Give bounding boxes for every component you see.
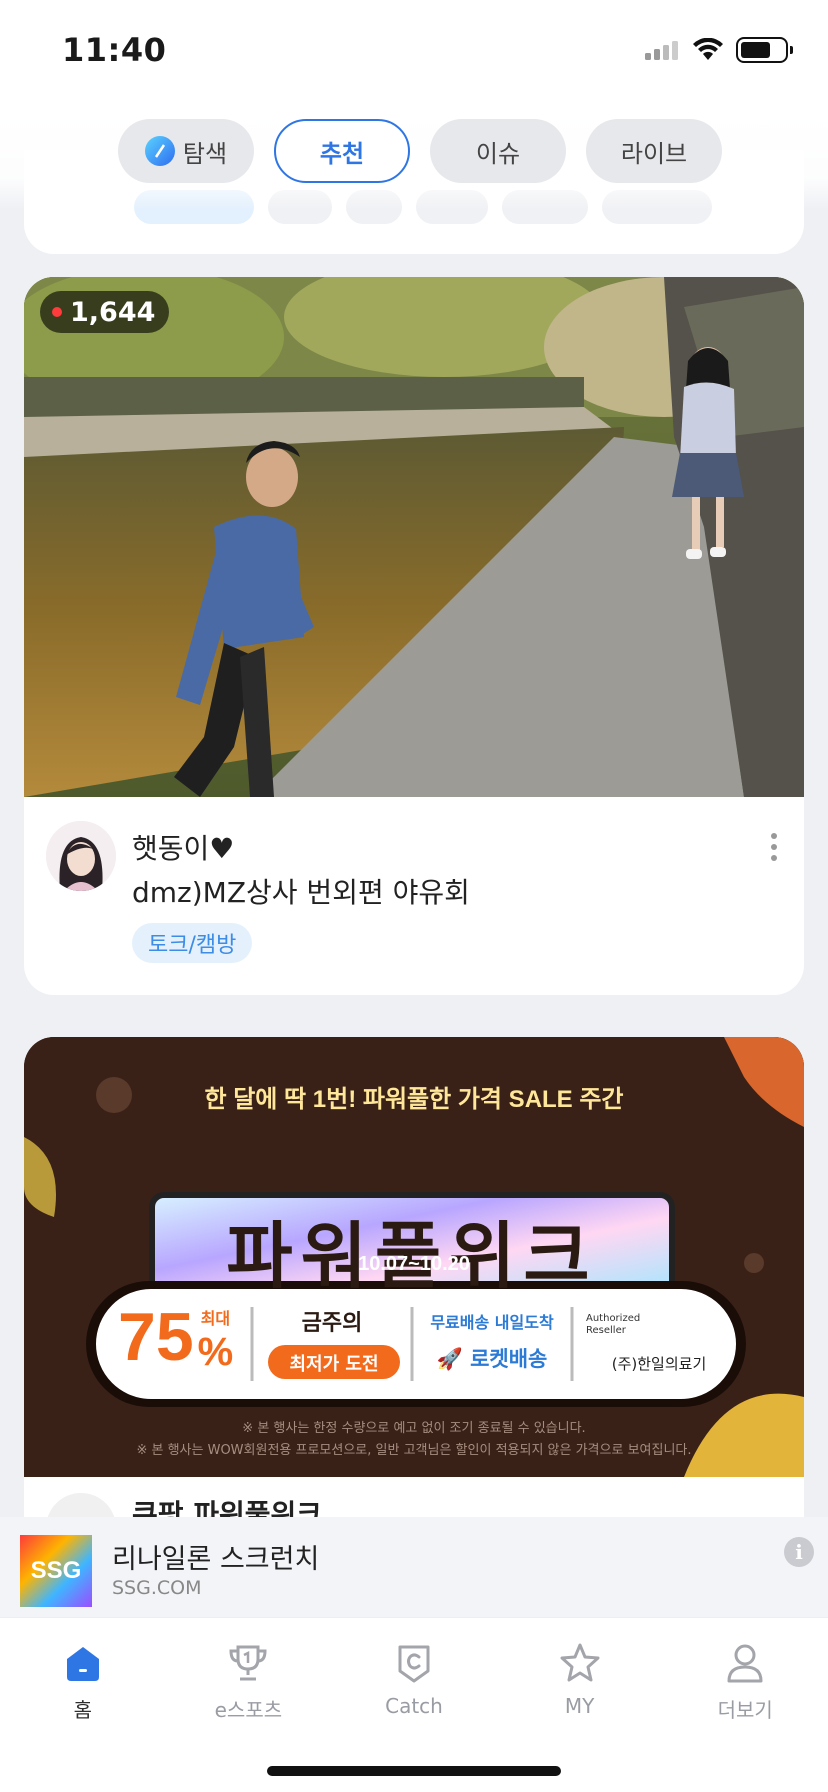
tab-label: 탐색	[182, 139, 228, 168]
streamer-name[interactable]: 햇동이♥	[132, 827, 234, 867]
nav-home[interactable]: 홈	[18, 1638, 148, 1723]
stream-thumbnail-image	[24, 277, 804, 797]
tab-label: 라이브	[620, 139, 688, 168]
home-indicator	[267, 1766, 561, 1776]
more-dot	[771, 855, 777, 861]
more-dot	[771, 844, 777, 850]
lowest-price-bottom: 최저가 도전	[289, 1354, 379, 1375]
nav-more[interactable]: 더보기	[680, 1638, 810, 1723]
promo-ad-card[interactable]: 한 달에 딱 1번! 파워풀한 가격 SALE 주간 파워풀위크 10.07~1…	[24, 1037, 804, 1517]
status-bar: 11:40	[0, 0, 828, 100]
live-dot-icon	[52, 307, 62, 317]
nav-label: 더보기	[717, 1698, 773, 1722]
nav-catch[interactable]: Catch	[349, 1638, 479, 1723]
promo-event-title: 파워풀위크	[226, 1216, 598, 1297]
reseller-bottom: (주)한일의료기	[611, 1355, 707, 1373]
more-options-button[interactable]	[762, 829, 786, 865]
tab-live[interactable]: 라이브	[586, 119, 722, 183]
star-icon	[555, 1638, 605, 1688]
stream-info: 햇동이♥ dmz)MZ상사 번외편 야유회 토크/캠방	[24, 797, 804, 995]
lowest-price-top: 금주의	[301, 1311, 363, 1336]
nav-my[interactable]: MY	[515, 1638, 645, 1723]
tab-label: 이슈	[475, 139, 521, 168]
reseller-top: Authorized Reseller	[580, 1313, 730, 1337]
ad-info-icon[interactable]: i	[784, 1537, 814, 1567]
cellular-signal-icon	[645, 41, 678, 60]
nav-label: 홈	[73, 1698, 92, 1722]
home-icon	[58, 1638, 108, 1688]
nav-label: Catch	[385, 1694, 443, 1718]
promo-notice-2: ※ 본 행사는 WOW회원전용 프로모션으로, 일반 고객님은 할인이 적용되지…	[136, 1443, 692, 1458]
shipping-bottom-label: 로켓배송	[470, 1347, 548, 1371]
discount-label: 최대	[200, 1311, 231, 1328]
promo-headline: 한 달에 딱 1번! 파워풀한 가격 SALE 주간	[204, 1086, 624, 1113]
catch-icon	[389, 1638, 439, 1688]
promo-notice-1: ※ 본 행사는 한정 수량으로 예고 없이 조기 종료될 수 있습니다.	[242, 1421, 586, 1436]
nav-esports[interactable]: e스포츠	[183, 1638, 313, 1723]
tab-issue[interactable]: 이슈	[430, 119, 566, 183]
rocket-icon: 🚀	[436, 1347, 463, 1371]
discount-percent: %	[197, 1330, 234, 1374]
streamer-avatar[interactable]	[46, 821, 116, 891]
shipping-top: 무료배송 내일도착	[430, 1313, 554, 1332]
nav-label: e스포츠	[214, 1698, 283, 1722]
nav-label: MY	[564, 1694, 595, 1718]
promo-discount: 75 최대 %	[118, 1299, 233, 1375]
ad-title[interactable]: 리나일론 스크런치	[112, 1537, 319, 1576]
wifi-icon	[693, 38, 723, 60]
tab-label: 추천	[319, 139, 365, 168]
compass-icon	[144, 136, 175, 166]
discount-number: 75	[118, 1299, 194, 1375]
reseller-top-label: Authorized Reseller	[586, 1313, 641, 1336]
viewer-count-badge: 1,644	[40, 291, 170, 333]
tab-explore[interactable]: 탐색	[118, 119, 254, 183]
promo-card-title[interactable]: 쿠팡 파워풀위크	[132, 1493, 322, 1517]
stream-title[interactable]: dmz)MZ상사 번외편 야유회	[132, 871, 470, 911]
bottom-banner-ad[interactable]: SSG 리나일론 스크런치 SSG.COM i	[0, 1517, 828, 1617]
trophy-icon	[223, 1638, 273, 1688]
promo-banner[interactable]: 한 달에 딱 1번! 파워풀한 가격 SALE 주간 파워풀위크 10.07~1…	[24, 1037, 804, 1477]
shipping-bottom: 🚀 로켓배송	[412, 1343, 572, 1373]
promo-dates: 10.07~10.20	[358, 1253, 470, 1275]
battery-icon	[736, 37, 793, 63]
live-stream-card[interactable]: 1,644 햇동이♥ dmz)MZ상사 번외편 야유회 토크/캠방	[24, 277, 804, 995]
tab-recommended[interactable]: 추천	[274, 119, 410, 183]
more-dot	[771, 833, 777, 839]
status-icons	[644, 37, 793, 63]
viewer-count: 1,644	[70, 296, 156, 328]
ad-subtitle: SSG.COM	[112, 1577, 202, 1599]
top-tabs: 탐색 추천 이슈 라이브	[118, 119, 722, 183]
status-time: 11:40	[62, 31, 167, 69]
ssg-logo: SSG	[20, 1535, 92, 1607]
category-chip[interactable]: 토크/캠방	[132, 923, 253, 963]
ssg-logo-text: SSG	[30, 1557, 82, 1584]
stream-thumbnail[interactable]: 1,644	[24, 277, 804, 797]
advertiser-avatar	[46, 1493, 116, 1517]
bottom-navigation: 홈 e스포츠 Catch MY 더보기	[0, 1617, 828, 1792]
person-icon	[720, 1638, 770, 1688]
